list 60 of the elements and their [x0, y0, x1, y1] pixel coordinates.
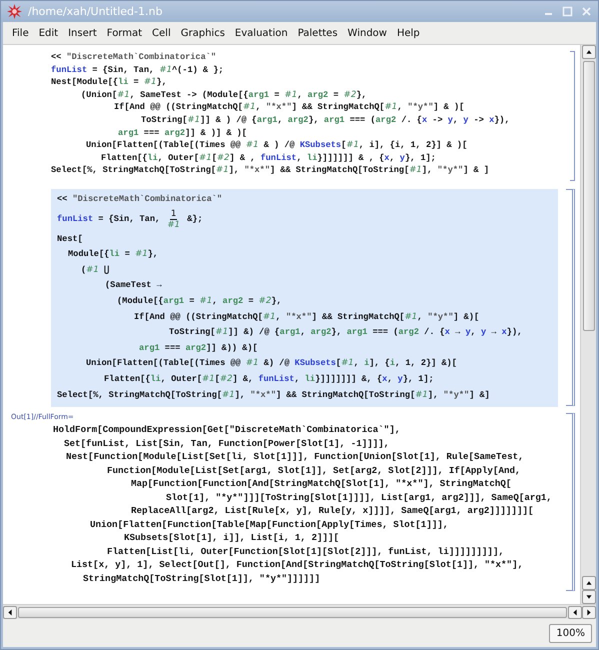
- code-line: ToString[#1]] &) /@ {arg1, arg2}, arg1 === (arg2 /. {x → y, y → x}),: [168, 326, 524, 340]
- code-line: If[And @@ ((StringMatchQ[#1, "*x*"] && StringMatchQ[#1, "*y*"] & )[: [113, 101, 466, 114]
- menu-item[interactable]: Cell: [147, 28, 176, 38]
- cell-bracket[interactable]: [570, 51, 575, 181]
- menu-item[interactable]: Window: [342, 28, 392, 38]
- code-line: StringMatchQ[ToString[Slot[1]], "*y*"]]]]]]: [82, 572, 322, 586]
- code-line: (Module[{arg1 = #1, arg2 = #2},: [116, 294, 283, 308]
- code-line: List[x, y], 1], Select[Out[], Function[And[StringMatchQ[ToString[Slot[1]], "*x*"],: [70, 558, 524, 572]
- code-line: arg1 === arg2]] & )] & )[: [117, 126, 248, 140]
- scroll-thumb[interactable]: [18, 606, 567, 618]
- code-line: Select[%, StringMatchQ[ToString[#1], "*x*"] && StringMatchQ[ToString[#1], "*y*"] & ]: [51, 164, 490, 177]
- code-line: Union[Flatten[(Table[(Times @@ #1 & ) /@ KSubsets[#1, i], {i, 1, 2}] & )[: [85, 139, 468, 152]
- menu-item[interactable]: Insert: [63, 28, 102, 38]
- scroll-right-icon[interactable]: [582, 606, 596, 618]
- window-title: /home/xah/Untitled-1.nb: [28, 5, 164, 18]
- code-line: KSubsets[Slot[1], i]], List[i, 1, 2]]][: [123, 531, 340, 545]
- menu-item[interactable]: Evaluation: [230, 28, 293, 38]
- cell-bracket[interactable]: [566, 413, 575, 592]
- scroll-thumb[interactable]: [582, 61, 594, 331]
- code-line: Flatten[{li, Outer[#1[#2] & , funList, li}]]]]]] & , {x, y}, 1];: [100, 152, 437, 164]
- menu-item[interactable]: Edit: [34, 28, 64, 38]
- code-line: Union[Flatten[Function[Table[Map[Function[Apply[Times, Slot[1]]],: [89, 518, 450, 532]
- code-line: Union[Flatten[(Table[(Times @@ #1 &) /@ KSubsets[#1, i], {i, 1, 2}] &)[: [85, 357, 458, 370]
- code-line: If[And @@ ((StringMatchQ[#1, "*x*"] && StringMatchQ[#1, "*y*"] &)[: [133, 310, 480, 324]
- code-line: ReplaceAll[arg2, List[Rule[x, y], Rule[y, x]]]], SameQ[arg1, arg2]]]]]]][: [130, 504, 534, 518]
- menu-item[interactable]: Graphics: [176, 28, 230, 38]
- code-line: Function[Module[List[Set[arg1, Slot[1]], Set[arg2, Slot[2]]], If[Apply[And,: [106, 464, 522, 478]
- code-line: Flatten[{li, Outer[#1[#2] &, funList, li}]]]]]]] &, {x, y}, 1];: [103, 372, 435, 386]
- code-line: << "DiscreteMath`Combinatorica`": [56, 193, 224, 206]
- code-line: Nest[: [56, 232, 84, 246]
- code-line: (#1 ⋃: [80, 264, 110, 277]
- code-line: Module[{li = #1},: [67, 248, 160, 262]
- menu-item[interactable]: Help: [392, 28, 425, 38]
- code-line: funList = {Sin, Tan, #1^(-1) & };: [51, 64, 225, 76]
- scroll-left-icon[interactable]: [568, 606, 582, 618]
- close-icon[interactable]: [581, 6, 592, 17]
- code-line: Slot[1], "*y*"]]][ToString[Slot[1]]]], List[arg1, arg2]]], SameQ[arg1,: [165, 490, 553, 504]
- menu-item[interactable]: File: [7, 28, 34, 38]
- code-line: Flatten[List[li, Outer[Function[Slot[1][Slot[2]]], funList, li]]]]]]]]],: [106, 544, 505, 558]
- code-line: (Union[#1, SameTest -> (Module[{arg1 = #1, arg2 = #2},: [80, 88, 368, 102]
- scroll-down-icon[interactable]: [582, 590, 596, 604]
- code-line: (SameTest →: [104, 279, 163, 292]
- code-line: Set[funList, List[Sin, Tan, Function[Power[Slot[1], -1]]]],: [63, 436, 390, 450]
- code-line: arg1 === arg2]] &)) &)[: [138, 342, 259, 355]
- code-line: Select[%, StringMatchQ[ToString[#1], "*x*"] && StringMatchQ[ToString[#1], "*y*"] &]: [56, 388, 491, 402]
- menu-item[interactable]: Palettes: [292, 28, 343, 38]
- code-line: Nest[Module[{li = #1},: [51, 76, 168, 89]
- code-line: Map[Function[Function[And[StringMatchQ[Slot[1], "*x*"], StringMatchQ[: [130, 477, 512, 491]
- scroll-up-icon[interactable]: [582, 576, 596, 590]
- scroll-up-icon[interactable]: [582, 45, 596, 59]
- code-line: << "DiscreteMath`Combinatorica`": [51, 51, 218, 64]
- code-line: HoldForm[CompoundExpression[Get["DiscreteMath`Combinatorica`"],: [52, 423, 402, 437]
- menu-item[interactable]: Format: [102, 28, 148, 38]
- cell-bracket[interactable]: [566, 189, 575, 406]
- star-burst-icon: [7, 4, 22, 19]
- maximize-icon[interactable]: [562, 6, 573, 17]
- scroll-left-icon[interactable]: [3, 606, 17, 618]
- code-line: Nest[Function[Module[List[Set[li, Slot[1]]], Function[Union[Slot[1], Rule[SameTest,: [65, 450, 525, 464]
- code-line: ToString[#1]] & ) /@ {arg1, arg2}, arg1 === (arg2 /. {x -> y, y -> x}),: [140, 114, 511, 127]
- zoom-button[interactable]: 100%: [549, 624, 592, 642]
